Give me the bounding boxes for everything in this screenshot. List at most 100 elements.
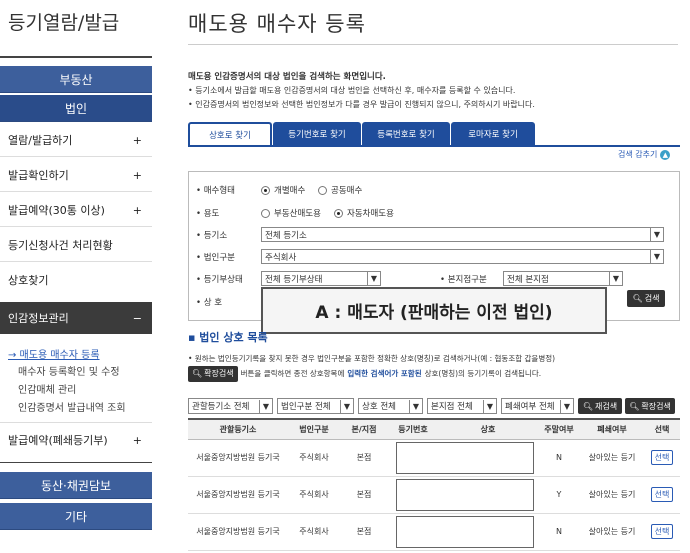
chevron-down-icon: ▼: [409, 399, 422, 413]
nav-etc-button[interactable]: 기타: [0, 503, 152, 530]
expand-search-button[interactable]: 🔍︎ 확장검색: [625, 398, 675, 414]
menu-case-status[interactable]: 등기신청사건 처리현황: [8, 230, 152, 260]
submenu-buyer-check[interactable]: 매수자 등록확인 및 수정: [18, 363, 120, 378]
weekend-cell: N: [538, 513, 580, 551]
annotation-callout: A : 매도자 (판매하는 이전 법인): [261, 287, 607, 334]
redacted-cell: [388, 439, 538, 477]
radio-individual[interactable]: 개별매수: [261, 184, 305, 196]
list-notes: • 원하는 법인등기기록을 찾지 못한 경우 법인구분을 포함한 정확한 상호(…: [188, 352, 555, 382]
divider: [0, 422, 152, 423]
select-value: 주식회사: [265, 252, 297, 263]
plus-icon: +: [132, 168, 142, 182]
table-header-row: 관할등기소 법인구분 본/지점 등기번호 상호 주말여부 폐쇄여부 선택: [188, 418, 680, 440]
submenu-buyer-register[interactable]: → 매도용 매수자 등록: [8, 346, 100, 361]
intro-line: • 인감증명서의 법인정보와 선택한 법인정보가 다를 경우 발급이 진행되지 …: [188, 100, 535, 109]
radio-label: 개별매수: [274, 186, 306, 196]
nav-corporation-button[interactable]: 법인: [0, 95, 152, 122]
column-header: 폐쇄여부: [580, 418, 644, 440]
branch-select[interactable]: 전체 본지점 ▼: [503, 271, 623, 286]
menu-label: 발급확인하기: [8, 169, 69, 182]
chevron-down-icon: ▼: [609, 272, 622, 285]
tab-by-reg-number[interactable]: 등기번호로 찾기: [273, 122, 361, 146]
corp-type-cell: 주식회사: [288, 439, 340, 477]
select-value: 본지점 전체: [431, 402, 473, 412]
radio-vehicle[interactable]: 자동차매도용: [334, 207, 394, 219]
filter-corp-type[interactable]: 법인구분 전체 ▼: [277, 398, 354, 414]
intro-text: 매도용 인감증명서의 대상 법인을 검색하는 화면입니다. • 등기소에서 발급…: [188, 70, 535, 112]
filter-office[interactable]: 관할등기소 전체 ▼: [188, 398, 273, 414]
menu-view-issue[interactable]: 열람/발급하기 +: [8, 125, 152, 155]
closed-cell: 살아있는 등기: [580, 513, 644, 551]
intro-line: • 등기소에서 발급할 매도용 인감증명서의 대상 법인을 선택하신 후, 매수…: [188, 86, 516, 95]
submenu-issue-history[interactable]: 인감증명서 발급내역 조회: [18, 399, 126, 414]
menu-issue-check[interactable]: 발급확인하기 +: [8, 160, 152, 190]
list-title: ▪ 법인 상호 목록: [188, 331, 268, 344]
menu-label: 발급예약(30통 이상): [8, 204, 105, 217]
note-text: 버튼을 클릭하면 종전 상호항목에: [240, 369, 345, 378]
select-value: 전체 본지점: [507, 274, 549, 285]
button-label: 검색: [644, 294, 660, 303]
hide-search-toggle[interactable]: 검색 감추기 ▲: [618, 149, 671, 160]
select-button[interactable]: 선택: [650, 524, 674, 539]
corp-type-select[interactable]: 주식회사 ▼: [261, 249, 664, 264]
menu-label: 등기신청사건 처리현황: [8, 239, 113, 252]
radio-label: 자동차매도용: [347, 209, 394, 219]
chevron-up-icon: ▲: [660, 149, 671, 160]
plus-icon: +: [132, 133, 142, 147]
nav-real-estate-button[interactable]: 부동산: [0, 66, 152, 93]
usage-label: • 용도: [196, 209, 220, 219]
registry-select[interactable]: 전체 등기소 ▼: [261, 227, 664, 242]
radio-real-estate[interactable]: 부동산매도용: [261, 207, 321, 219]
divider: [0, 226, 152, 227]
chevron-down-icon: ▼: [483, 399, 496, 413]
select-cell: 선택: [644, 476, 680, 514]
title-divider: [188, 44, 678, 45]
radio-joint[interactable]: 공동매수: [318, 184, 362, 196]
redacted-cell: [388, 513, 538, 551]
menu-issue-reservation[interactable]: 발급예약(30통 이상) +: [8, 195, 152, 225]
nav-movables-button[interactable]: 동산·채권담보: [0, 472, 152, 499]
filter-name[interactable]: 상호 전체 ▼: [358, 398, 423, 414]
column-header: 주말여부: [538, 418, 580, 440]
filter-closed[interactable]: 폐쇄여부 전체 ▼: [501, 398, 574, 414]
chevron-down-icon: ▼: [650, 228, 663, 241]
sidebar-divider: [0, 56, 152, 58]
search-button[interactable]: 🔍︎ 검색: [627, 290, 665, 307]
results-table: 관할등기소 법인구분 본/지점 등기번호 상호 주말여부 폐쇄여부 선택 서울중…: [188, 418, 680, 551]
redacted-cell: [388, 476, 538, 514]
menu-label: 발급예약(폐쇄등기부): [8, 434, 108, 447]
redacted-box: [396, 441, 534, 474]
re-search-button[interactable]: 🔍︎ 재검색: [578, 398, 622, 414]
button-label: 재검색: [595, 401, 618, 411]
select-button[interactable]: 선택: [650, 450, 674, 465]
expand-search-hint-button[interactable]: 🔍︎ 확장검색: [188, 366, 238, 382]
column-header: 선택: [644, 418, 680, 440]
menu-name-search[interactable]: 상호찾기: [8, 265, 152, 295]
office-cell: 서울중앙지방법원 등기국: [188, 513, 288, 551]
table-row: 서울중앙지방법원 등기국 주식회사 본점 N 살아있는 등기 선택: [188, 513, 680, 551]
chevron-down-icon: ▼: [560, 399, 573, 413]
tab-by-id-number[interactable]: 등록번호로 찾기: [362, 122, 450, 146]
menu-seal-management[interactable]: 인감정보관리 −: [0, 302, 152, 334]
corp-type-label: • 법인구분: [196, 253, 235, 263]
chevron-down-icon: ▼: [650, 250, 663, 263]
select-value: 전체 등기소: [265, 230, 307, 241]
collapse-label: 검색 감추기: [618, 150, 658, 159]
tab-by-name[interactable]: 상호로 찾기: [188, 122, 272, 146]
branch-cell: 본점: [340, 439, 388, 477]
filter-branch[interactable]: 본지점 전체 ▼: [427, 398, 497, 414]
select-value: 법인구분 전체: [281, 402, 331, 412]
submenu-seal-media[interactable]: 인감매체 관리: [18, 381, 76, 396]
plus-icon: +: [132, 433, 142, 447]
menu-closed-reservation[interactable]: 발급예약(폐쇄등기부) +: [8, 425, 152, 455]
tab-by-roman[interactable]: 로마자로 찾기: [451, 122, 535, 146]
chevron-down-icon: ▼: [259, 399, 272, 413]
button-label: 확장검색: [204, 369, 234, 378]
corp-type-cell: 주식회사: [288, 476, 340, 514]
name-label: • 상 호: [196, 298, 223, 308]
select-button[interactable]: 선택: [650, 487, 674, 502]
status-label: • 등기부상태: [196, 275, 243, 285]
status-select[interactable]: 전체 등기부상태 ▼: [261, 271, 381, 286]
search-icon: 🔍︎: [582, 401, 594, 411]
column-header: 법인구분: [288, 418, 340, 440]
